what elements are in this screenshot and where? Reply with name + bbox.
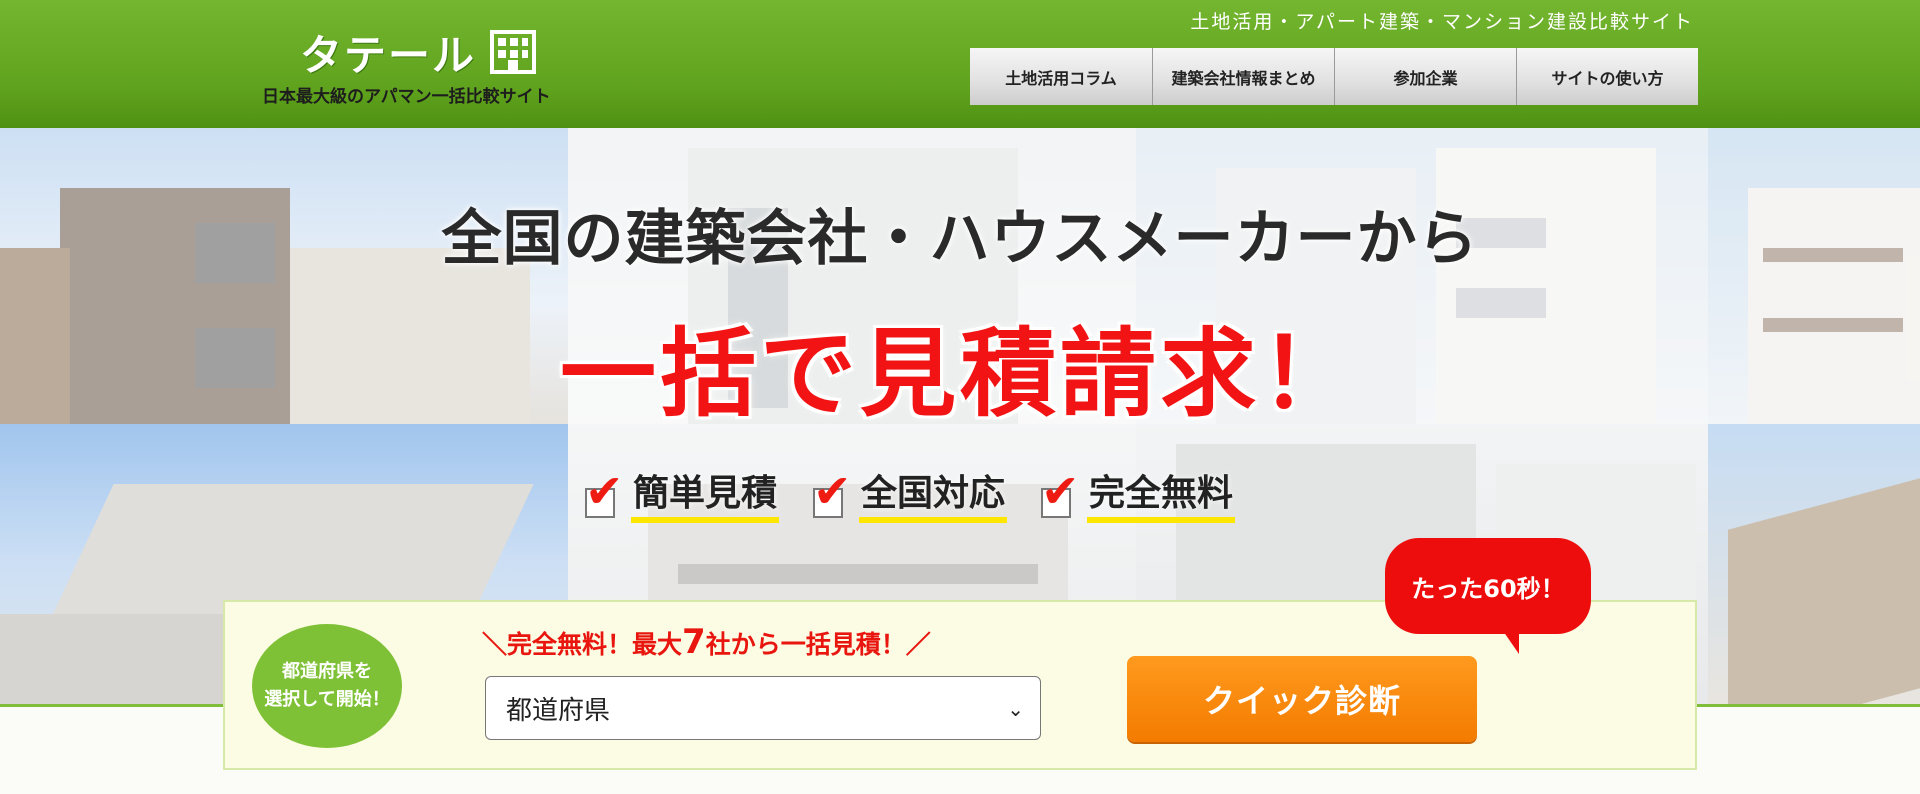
nav-item-builder-info[interactable]: 建築会社情報まとめ (1152, 48, 1334, 105)
prefecture-select[interactable]: 都道府県 ⌄ (485, 676, 1041, 740)
nav-item-how-to-use[interactable]: サイトの使い方 (1516, 48, 1698, 105)
quick-diagnosis-label: クイック診断 (1202, 682, 1401, 720)
time-bubble-text: たった60秒！ (1411, 574, 1565, 603)
site-tagline: 土地活用・アパート建築・マンション建設比較サイト (1190, 11, 1694, 33)
nav-item-land-use-column[interactable]: 土地活用コラム (970, 48, 1152, 105)
feature-label: 簡単見積 (631, 471, 780, 523)
start-bubble: 都道府県を 選択して開始！ (252, 624, 402, 748)
site-header: タテール 日本最大級のアパマン一括比較サイト 土地活用・アパート建築・マンション… (0, 0, 1920, 128)
time-bubble-tail (1501, 628, 1519, 654)
check-icon: ✔ (813, 464, 852, 518)
hero-emphasis: 一括で見積請求！ (560, 318, 1360, 430)
check-icon: ✔ (1041, 464, 1080, 518)
check-icon: ✔ (585, 464, 624, 518)
hero-headline: 全国の建築会社・ハウスメーカーから (441, 204, 1479, 274)
logo-title: タテール (300, 31, 477, 80)
logo-subtitle: 日本最大級のアパマン一括比較サイト (262, 87, 551, 107)
building-icon (490, 30, 536, 74)
promo-number: 7 (682, 622, 706, 662)
feature-item: ✔ 全国対応 (813, 464, 1008, 523)
feature-list: ✔ 簡単見積 ✔ 全国対応 ✔ 完全無料 (585, 464, 1236, 523)
main-nav: 土地活用コラム 建築会社情報まとめ 参加企業 サイトの使い方 (970, 48, 1698, 105)
nav-item-participating-companies[interactable]: 参加企業 (1334, 48, 1516, 105)
prefecture-select-value: 都道府県 (506, 695, 611, 726)
feature-label: 全国対応 (859, 471, 1008, 523)
start-bubble-text: 都道府県を 選択して開始！ (264, 661, 390, 710)
quick-diagnosis-button[interactable]: クイック診断 (1127, 656, 1477, 742)
time-bubble: たった60秒！ (1385, 538, 1591, 634)
promo-prefix: ＼完全無料！最大 (482, 630, 683, 659)
feature-label: 完全無料 (1087, 471, 1236, 523)
quick-quote-panel: 都道府県を 選択して開始！ ＼完全無料！最大7社から一括見積！／ 都道府県 ⌄ … (223, 538, 1697, 770)
promo-suffix: 社から一括見積！／ (705, 630, 931, 659)
page: タテール 日本最大級のアパマン一括比較サイト 土地活用・アパート建築・マンション… (0, 0, 1920, 794)
promo-text: ＼完全無料！最大7社から一括見積！／ (482, 622, 931, 662)
chevron-down-icon: ⌄ (1007, 697, 1024, 721)
feature-item: ✔ 簡単見積 (585, 464, 780, 523)
feature-item: ✔ 完全無料 (1041, 464, 1236, 523)
site-logo[interactable]: タテール 日本最大級のアパマン一括比較サイト (262, 22, 582, 108)
